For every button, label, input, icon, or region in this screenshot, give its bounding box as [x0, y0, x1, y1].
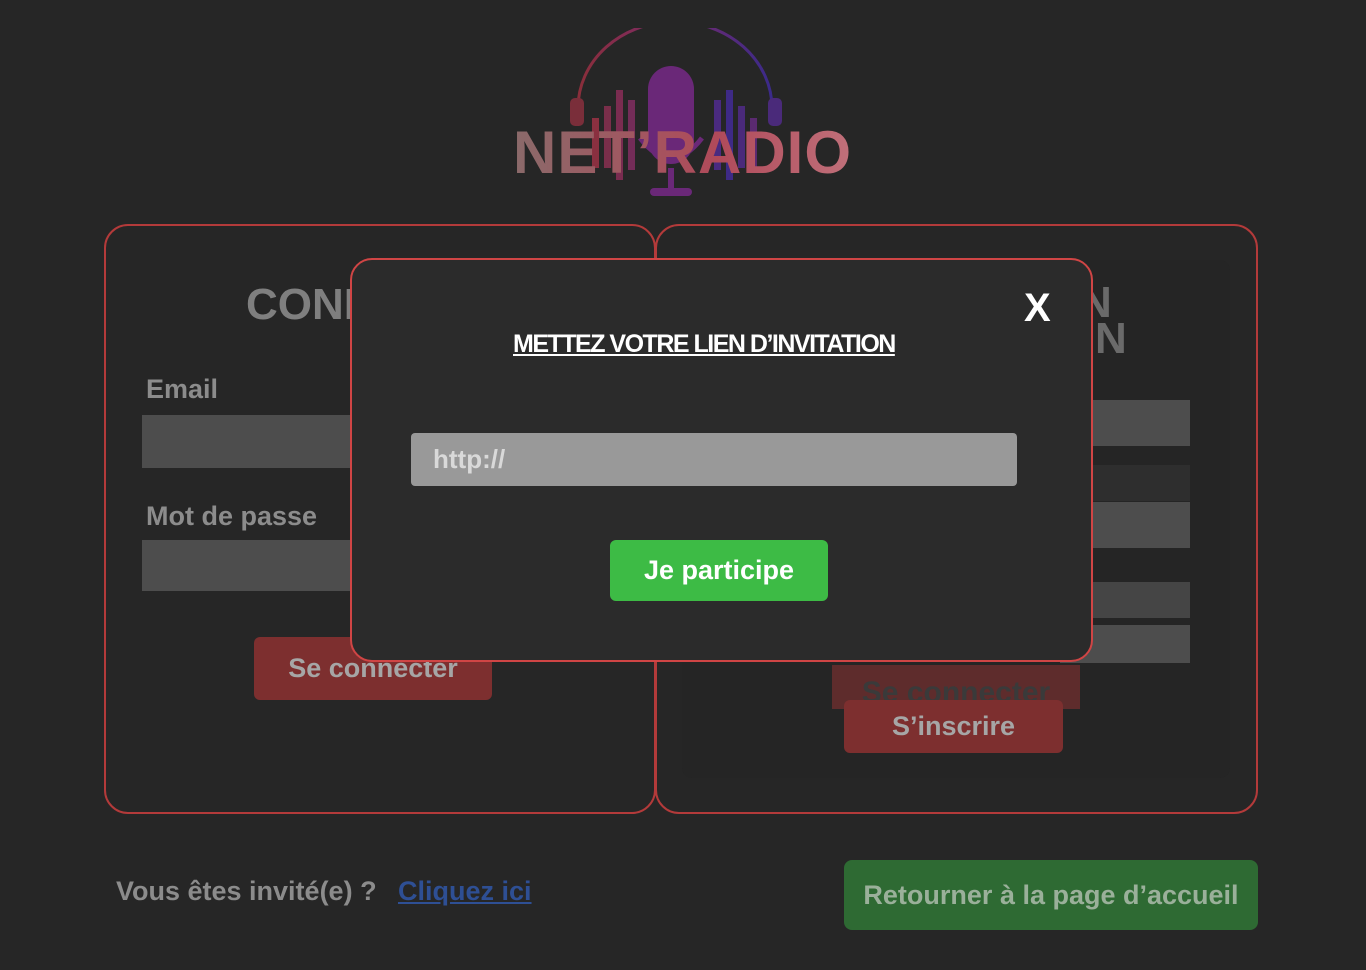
signup-title-line2: N	[1095, 314, 1127, 363]
home-button[interactable]: Retourner à la page d’accueil	[844, 860, 1258, 930]
invite-link[interactable]: Cliquez ici	[398, 876, 532, 907]
email-field[interactable]	[142, 415, 382, 468]
brand-name: NET’RADIO	[513, 119, 852, 186]
signup-button[interactable]: S’inscrire	[844, 700, 1063, 753]
invitation-link-input[interactable]	[411, 433, 1017, 486]
close-icon[interactable]: X	[1024, 286, 1051, 330]
password-field[interactable]	[142, 540, 382, 591]
participate-button[interactable]: Je participe	[610, 540, 828, 601]
email-label: Email	[146, 374, 219, 404]
modal-title: METTEZ VOTRE LIEN D’INVITATION	[513, 330, 896, 358]
invite-question: Vous êtes invité(e) ?	[116, 876, 377, 906]
password-label: Mot de passe	[146, 501, 318, 531]
